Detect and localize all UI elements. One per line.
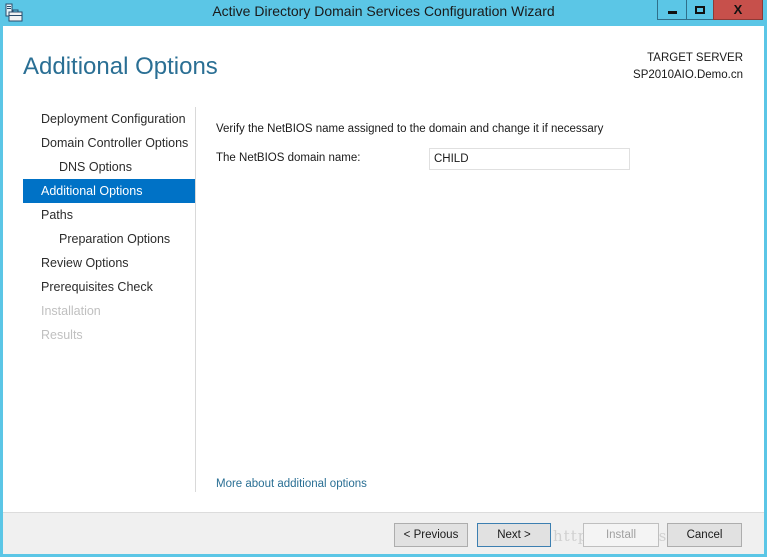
minimize-button[interactable] — [657, 0, 687, 20]
nav-item-prerequisites-check[interactable]: Prerequisites Check — [23, 275, 195, 299]
nav-item-results: Results — [41, 328, 83, 342]
close-button[interactable]: X — [713, 0, 763, 20]
install-button: Install — [583, 523, 659, 547]
window-title: Active Directory Domain Services Configu… — [212, 3, 555, 19]
nav-divider — [195, 107, 196, 492]
maximize-icon — [695, 5, 705, 14]
netbios-field-row: The NetBIOS domain name: — [216, 148, 636, 170]
nav-item-additional-options[interactable]: Additional Options — [23, 179, 195, 203]
nav-item-review-options[interactable]: Review Options — [23, 251, 195, 275]
target-server-name: SP2010AIO.Demo.cn — [633, 69, 743, 81]
nav-item-deployment-configuration[interactable]: Deployment Configuration — [23, 107, 195, 131]
netbios-name-input[interactable] — [429, 148, 630, 170]
title-bar[interactable]: Active Directory Domain Services Configu… — [0, 0, 767, 26]
more-about-additional-options-link[interactable]: More about additional options — [216, 478, 367, 490]
maximize-button[interactable] — [686, 0, 714, 20]
content-panel: Verify the NetBIOS name assigned to the … — [216, 123, 630, 170]
target-server-label: TARGET SERVER — [647, 52, 743, 64]
previous-button[interactable]: < Previous — [394, 523, 468, 547]
nav-item-paths[interactable]: Paths — [23, 203, 195, 227]
nav-item-installation: Installation — [41, 304, 101, 318]
nav-item-dns-options[interactable]: DNS Options — [23, 155, 195, 179]
minimize-icon — [667, 10, 677, 14]
wizard-client-area: Additional Options TARGET SERVER SP2010A… — [3, 26, 764, 554]
cancel-button[interactable]: Cancel — [667, 523, 742, 547]
close-icon: X — [733, 2, 743, 17]
target-server-info: TARGET SERVER SP2010AIO.Demo.cn — [633, 50, 743, 84]
page-title: Additional Options — [23, 53, 218, 80]
wizard-footer: < Previous Next > http://blog.csdn.net/ … — [3, 512, 764, 554]
nav-item-preparation-options[interactable]: Preparation Options — [23, 227, 195, 251]
next-button[interactable]: Next > — [477, 523, 551, 547]
wizard-nav: Deployment Configuration Domain Controll… — [23, 107, 195, 347]
netbios-label: The NetBIOS domain name: — [216, 152, 361, 164]
nav-item-domain-controller-options[interactable]: Domain Controller Options — [23, 131, 195, 155]
instruction-text: Verify the NetBIOS name assigned to the … — [216, 123, 604, 135]
